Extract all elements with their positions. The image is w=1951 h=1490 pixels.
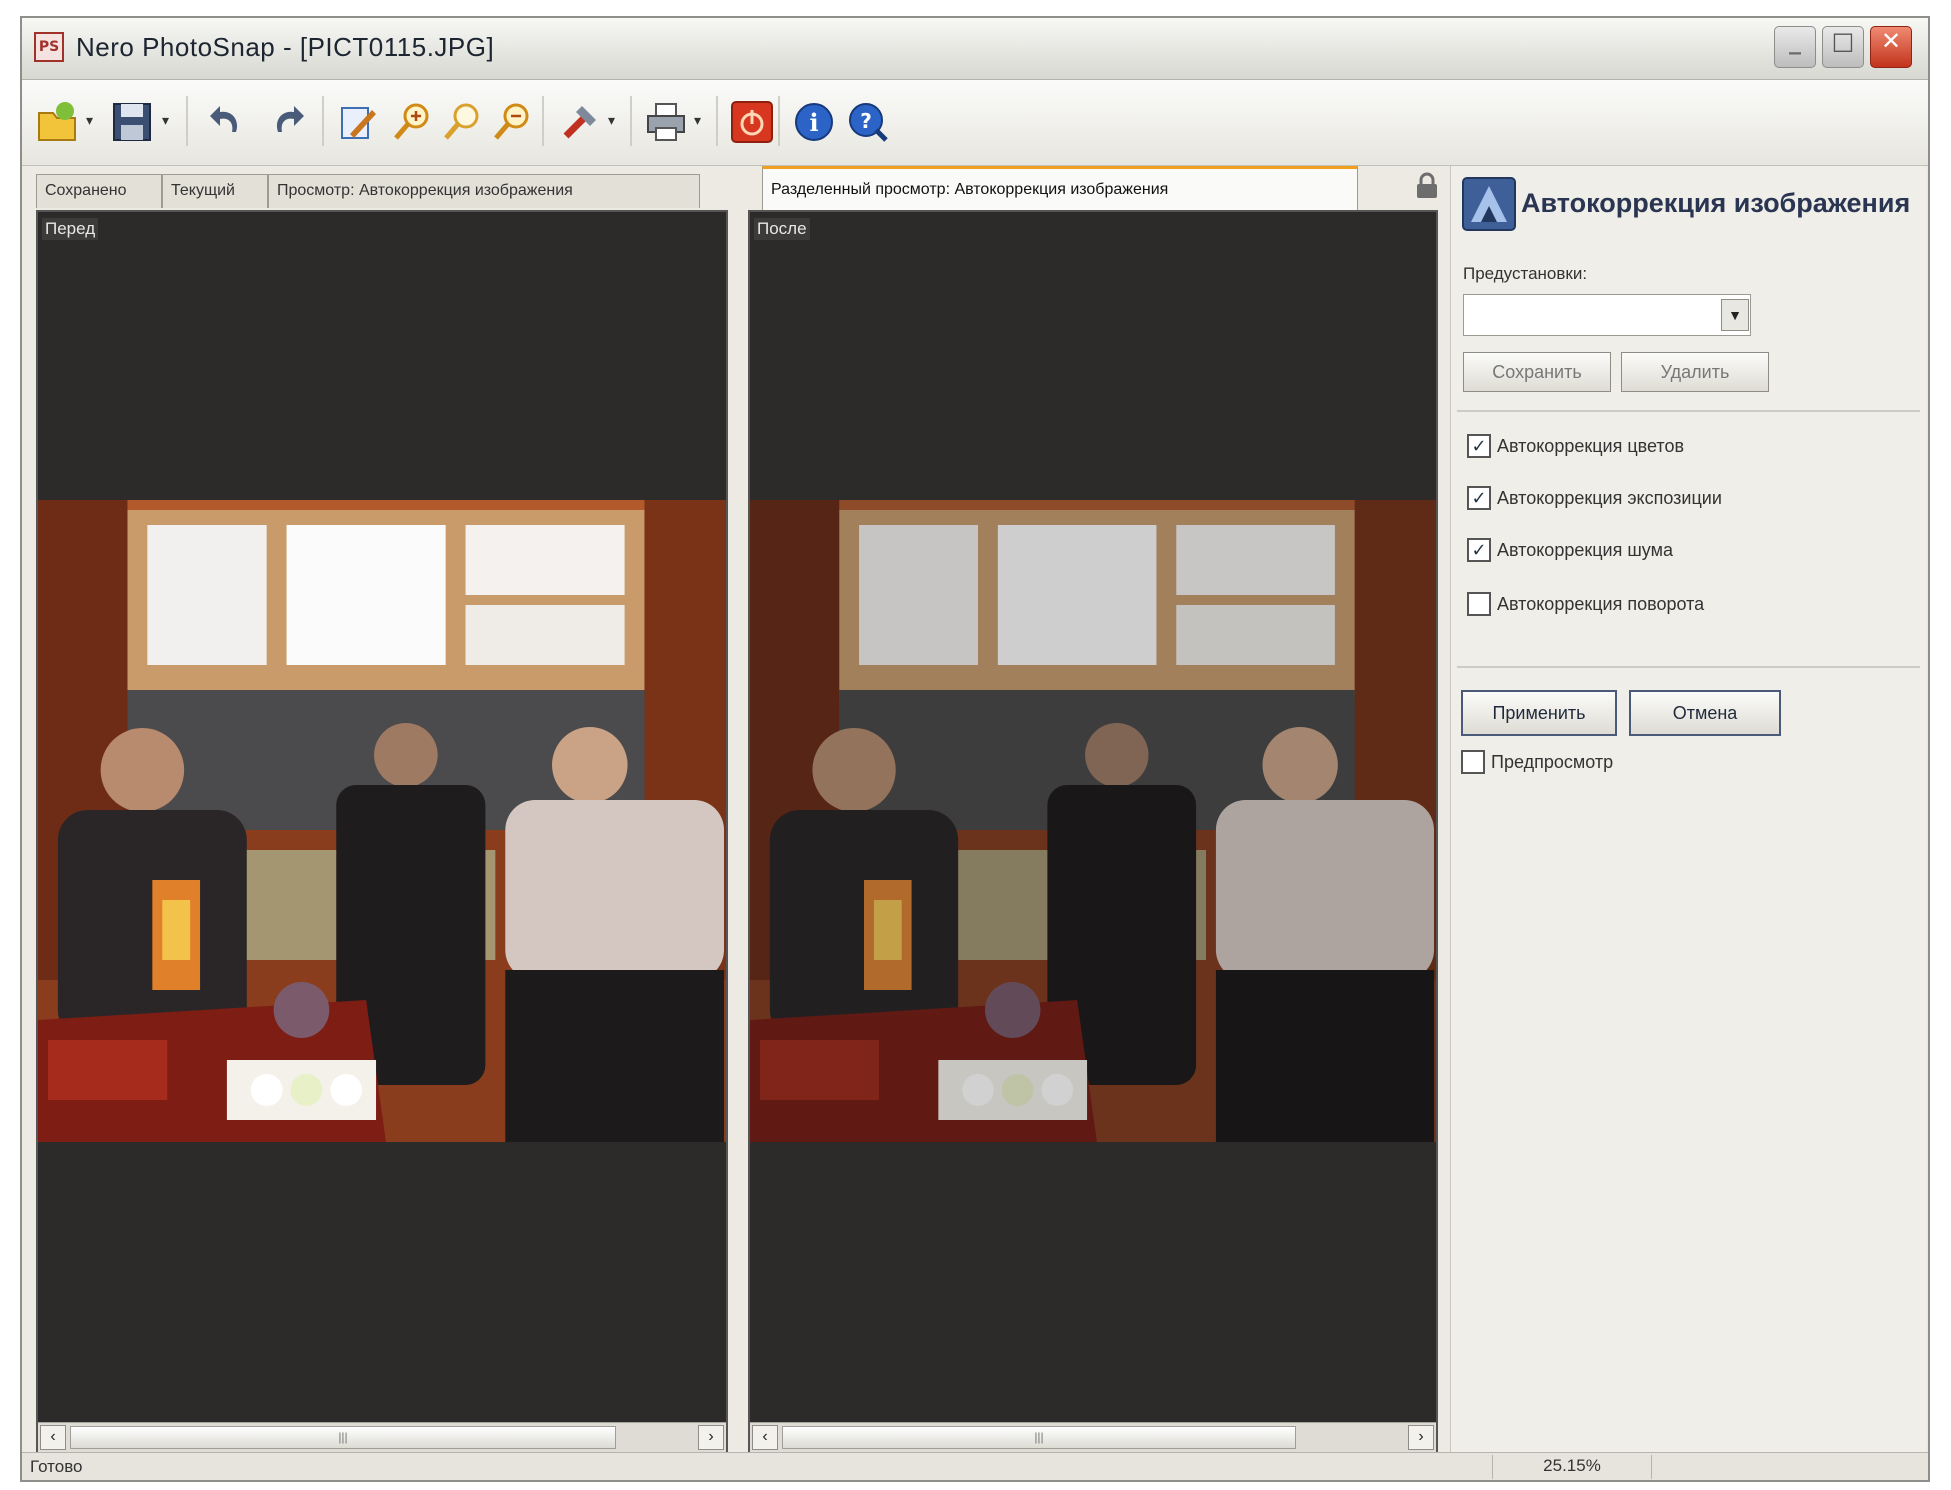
print-icon	[647, 103, 685, 141]
info-icon: i	[795, 103, 833, 141]
auto-color-option[interactable]: ✓ Автокоррекция цветов	[1467, 430, 1684, 462]
auto-exposure-checkbox[interactable]: ✓	[1467, 486, 1491, 510]
toolbar-separator	[630, 96, 632, 146]
toolbar-separator	[186, 96, 188, 146]
power-icon	[731, 101, 773, 143]
scroll-left-icon[interactable]: ‹	[752, 1425, 778, 1450]
open-dropdown-arrow[interactable]: ▾	[86, 112, 93, 129]
save-dropdown-arrow[interactable]: ▾	[162, 112, 169, 129]
preview-checkbox[interactable]	[1461, 750, 1485, 774]
panel-title: Автокоррекция изображения	[1521, 188, 1911, 218]
before-image	[38, 500, 726, 1142]
delete-preset-button[interactable]: Удалить	[1621, 352, 1769, 392]
auto-rotate-checkbox[interactable]	[1467, 592, 1491, 616]
redo-icon	[276, 106, 304, 132]
scroll-right-icon[interactable]: ›	[698, 1425, 724, 1450]
auto-noise-checkbox[interactable]: ✓	[1467, 538, 1491, 562]
zoom-icon	[444, 103, 479, 140]
zoom-in-icon	[394, 103, 429, 140]
after-scrollbar[interactable]: ‹ ||| ›	[750, 1422, 1436, 1452]
maximize-button[interactable]: □	[1822, 26, 1864, 68]
zoom-out-button[interactable]	[486, 96, 538, 148]
info-button[interactable]: i	[788, 96, 840, 148]
help-icon: ?	[849, 103, 888, 142]
tab-current[interactable]: Текущий	[162, 174, 268, 208]
undo-icon	[210, 106, 238, 132]
divider	[1457, 666, 1920, 668]
before-label: Перед	[42, 218, 99, 240]
toolbar-separator	[542, 96, 544, 146]
auto-exposure-label: Автокоррекция экспозиции	[1497, 487, 1722, 508]
zoom-level: 25.15%	[1492, 1455, 1652, 1479]
tools-dropdown-arrow[interactable]: ▾	[608, 112, 615, 129]
print-dropdown-arrow[interactable]: ▾	[694, 112, 701, 129]
save-button[interactable]	[106, 96, 158, 148]
scrollbar-thumb[interactable]: |||	[782, 1426, 1296, 1449]
open-button[interactable]	[32, 96, 84, 148]
auto-correct-icon	[1462, 177, 1516, 231]
close-button[interactable]: ✕	[1870, 26, 1912, 68]
undo-button[interactable]	[200, 96, 252, 148]
preview-option[interactable]: Предпросмотр	[1461, 746, 1613, 778]
scroll-left-icon[interactable]: ‹	[40, 1425, 66, 1450]
cancel-button[interactable]: Отмена	[1629, 690, 1781, 736]
lock-icon[interactable]	[1414, 172, 1440, 200]
before-scrollbar[interactable]: ‹ ||| ›	[38, 1422, 726, 1452]
title-bar: PS Nero PhotoSnap - [PICT0115.JPG] _ □ ✕	[22, 18, 1928, 80]
scroll-right-icon[interactable]: ›	[1408, 1425, 1434, 1450]
status-text: Готово	[30, 1457, 83, 1476]
svg-text:i: i	[809, 108, 818, 137]
after-label: После	[754, 218, 810, 240]
auto-color-checkbox[interactable]: ✓	[1467, 434, 1491, 458]
print-button[interactable]	[640, 96, 692, 148]
redo-button[interactable]	[262, 96, 314, 148]
svg-text:?: ?	[860, 109, 872, 133]
view-tabs: Сохранено Текущий Просмотр: Автокоррекци…	[36, 166, 1438, 210]
toolbar-separator	[322, 96, 324, 146]
tab-preview[interactable]: Просмотр: Автокоррекция изображения	[268, 174, 700, 208]
app-window: PS Nero PhotoSnap - [PICT0115.JPG] _ □ ✕…	[20, 16, 1930, 1482]
auto-exposure-option[interactable]: ✓ Автокоррекция экспозиции	[1467, 482, 1722, 514]
after-image	[750, 500, 1436, 1142]
toolbar-separator	[716, 96, 718, 146]
apply-button[interactable]: Применить	[1461, 690, 1617, 736]
tools-button[interactable]	[554, 96, 606, 148]
minimize-button[interactable]: _	[1774, 26, 1816, 68]
before-pane: Перед ‹ ||| ›	[36, 210, 728, 1454]
save-icon	[113, 103, 151, 141]
auto-noise-label: Автокоррекция шума	[1497, 539, 1673, 560]
divider	[1457, 410, 1920, 412]
edit-image-button[interactable]	[332, 96, 384, 148]
zoom-out-icon	[494, 103, 529, 140]
presets-label: Предустановки:	[1463, 264, 1588, 283]
presets-dropdown[interactable]: ▼	[1463, 294, 1751, 336]
zoom-button[interactable]	[436, 96, 488, 148]
zoom-in-button[interactable]	[386, 96, 438, 148]
crop-icon	[341, 107, 376, 139]
tools-icon	[563, 106, 596, 139]
save-preset-button[interactable]: Сохранить	[1463, 352, 1611, 392]
preview-label: Предпросмотр	[1491, 751, 1614, 772]
auto-noise-option[interactable]: ✓ Автокоррекция шума	[1467, 534, 1673, 566]
auto-rotate-option[interactable]: Автокоррекция поворота	[1467, 588, 1704, 620]
open-icon	[38, 102, 76, 141]
app-logo-icon: PS	[34, 32, 64, 62]
tab-saved[interactable]: Сохранено	[36, 174, 162, 208]
chevron-down-icon[interactable]: ▼	[1721, 299, 1749, 331]
help-button[interactable]: ?	[842, 96, 894, 148]
exit-button[interactable]	[726, 96, 778, 148]
auto-color-label: Автокоррекция цветов	[1497, 435, 1685, 456]
status-bar: Готово 25.15%	[22, 1452, 1928, 1480]
toolbar-separator	[778, 96, 780, 146]
window-title: Nero PhotoSnap - [PICT0115.JPG]	[76, 32, 495, 62]
tab-split-preview[interactable]: Разделенный просмотр: Автокоррекция изоб…	[762, 166, 1358, 210]
auto-rotate-label: Автокоррекция поворота	[1497, 593, 1705, 614]
toolbar: ▾ ▾ ▾ ▾ i ?	[22, 80, 1928, 166]
after-pane: После ‹ ||| ›	[748, 210, 1438, 1454]
scrollbar-thumb[interactable]: |||	[70, 1426, 616, 1449]
auto-correct-panel: Автокоррекция изображения Предустановки:…	[1450, 166, 1926, 1456]
